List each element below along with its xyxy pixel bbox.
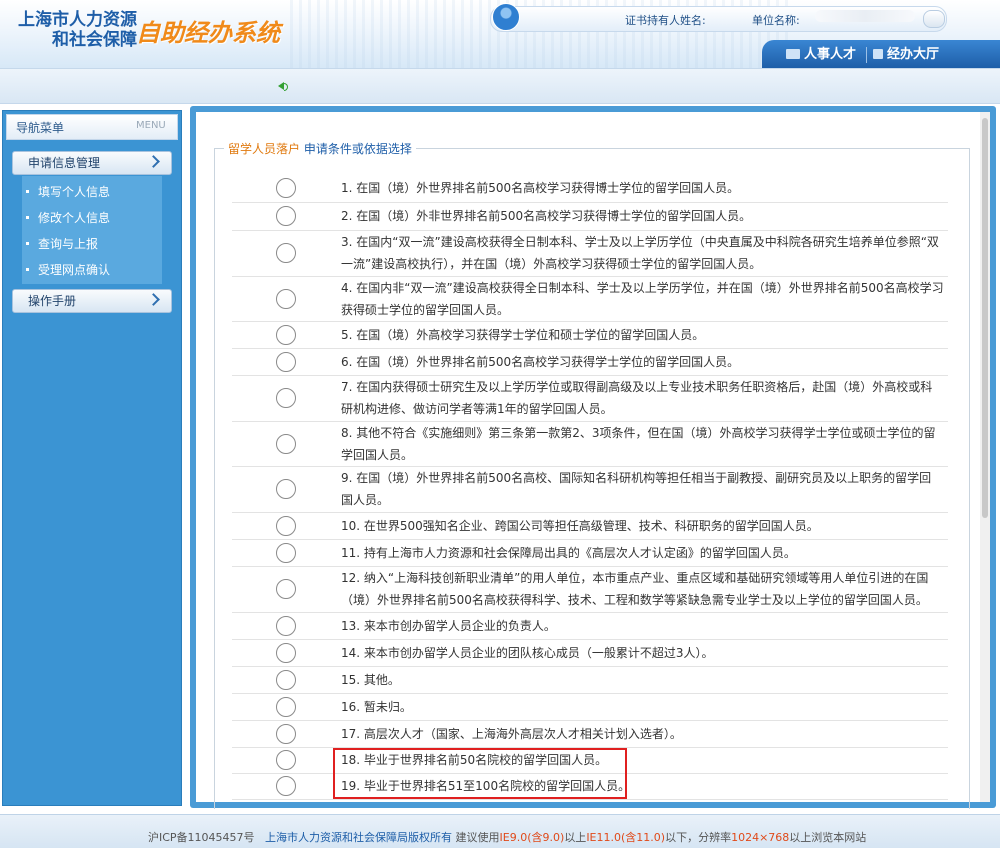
option-label: 6. 在国（境）外世界排名前500名高校学习获得学士学位的留学回国人员。 [341,355,740,369]
building-icon [873,48,883,59]
option-radio[interactable] [276,352,296,372]
unit-name-value [815,10,915,22]
sidebar-item-edit-info[interactable]: 修改个人信息 [38,209,110,226]
option-label: 8. 其他不符合《实施细则》第三条第一款第2、3项条件，但在国（境）外高校学习获… [341,426,936,462]
system-name: 自助经办系统 [136,19,280,47]
user-menu-toggle[interactable] [923,10,945,28]
option-label: 10. 在世界500强知名企业、跨国公司等担任高级管理、技术、科研职务的留学回国… [341,519,819,533]
unit-name-label: 单位名称: [752,14,800,27]
option-label: 16. 暂未归。 [341,700,412,714]
option-radio[interactable] [276,643,296,663]
option-radio[interactable] [276,616,296,636]
sidebar-section-label: 申请信息管理 [28,156,101,170]
option-label: 3. 在国内“双一流”建设高校获得全日制本科、学士及以上学历学位（中央直属及中科… [341,235,939,271]
option-label: 1. 在国（境）外世界排名前500名高校学习获得博士学位的留学回国人员。 [341,181,740,195]
option-label: 15. 其他。 [341,673,400,687]
nav-title: 导航菜单 [16,121,65,135]
sidebar-item-query-report[interactable]: 查询与上报 [38,235,98,252]
sidebar-section-label: 操作手册 [28,294,77,308]
option-radio[interactable] [276,178,296,198]
option-label: 5. 在国（境）外高校学习获得学士学位和硕士学位的留学回国人员。 [341,328,705,342]
option-radio[interactable] [276,206,296,226]
option-radio[interactable] [276,750,296,770]
scrollbar-thumb[interactable] [982,118,988,518]
option-radio[interactable] [276,325,296,345]
option-label: 9. 在国（境）外世界排名前500名高校、国际知名科研机构等担任相当于副教授、副… [341,471,932,507]
option-radio[interactable] [276,543,296,563]
option-radio[interactable] [276,479,296,499]
tab-service-hall[interactable]: 经办大厅 [873,44,939,66]
option-label: 4. 在国内非“双一流”建设高校获得全日制本科、学士及以上学历学位，并在国（境）… [341,281,944,317]
option-radio[interactable] [276,579,296,599]
option-label: 12. 纳入“上海科技创新职业清单”的用人单位，本市重点产业、重点区域和基础研究… [341,571,929,607]
sidebar-item-fill-info[interactable]: 填写个人信息 [38,183,110,200]
option-label: 2. 在国（境）外非世界排名前500名高校学习获得博士学位的留学回国人员。 [341,209,752,223]
nav-menu-label: MENU [136,120,166,131]
option-label: 17. 高层次人才（国家、上海海外高层次人才相关计划入选者）。 [341,727,682,741]
option-label: 11. 持有上海市人力资源和社会保障局出具的《高层次人才认定函》的留学回国人员。 [341,546,796,560]
option-radio[interactable] [276,289,296,309]
option-radio[interactable] [276,670,296,690]
holder-name-label: 证书持有人姓名: [625,14,706,27]
user-avatar-icon [492,3,520,31]
footer-owner-link[interactable]: 上海市人力资源和社会保障局版权所有 [265,831,452,844]
option-label: 14. 来本市创办留学人员企业的团队核心成员（一般累计不超过3人）。 [341,646,714,660]
logo-line1: 上海市人力资源 [18,10,137,30]
sidebar-item-confirm-office[interactable]: 受理网点确认 [38,261,110,278]
option-radio[interactable] [276,516,296,536]
option-radio[interactable] [276,724,296,744]
tab-personnel-talent[interactable]: 人事人才 [786,44,856,66]
monitor-icon [786,48,800,59]
speaker-icon[interactable] [278,82,288,91]
option-radio[interactable] [276,388,296,408]
option-radio[interactable] [276,776,296,796]
highlight-box [333,748,627,799]
option-radio[interactable] [276,243,296,263]
notice-bar [0,68,1000,104]
option-radio[interactable] [276,697,296,717]
option-radio[interactable] [276,434,296,454]
option-label: 13. 来本市创办留学人员企业的负责人。 [341,619,556,633]
logo-line2: 和社会保障 [52,30,137,50]
option-label: 7. 在国内获得硕士研究生及以上学历学位或取得副高级及以上专业技术职务任职资格后… [341,380,933,416]
footer-text: 沪ICP备11045457号 上海市人力资源和社会保障局版权所有 建议使用IE9… [148,831,867,844]
fieldset-legend: 留学人员落户 申请条件或依据选择 [224,140,416,157]
